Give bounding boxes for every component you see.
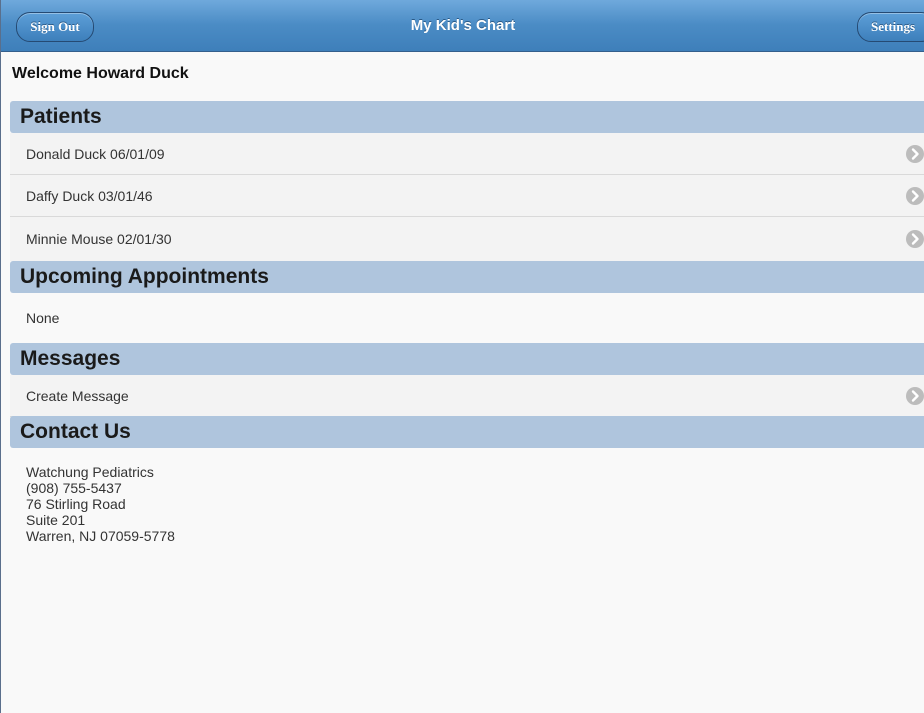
chevron-right-icon: [906, 230, 924, 248]
page-title: My Kid's Chart: [410, 17, 516, 34]
appointments-heading: Upcoming Appointments: [10, 261, 924, 293]
create-message-row[interactable]: Create Message: [10, 375, 924, 417]
contact-street: 76 Stirling Road: [26, 496, 126, 512]
chevron-right-icon: [906, 145, 924, 163]
messages-heading: Messages: [10, 343, 924, 375]
chevron-right-icon: [906, 187, 924, 205]
create-message-label: Create Message: [26, 388, 129, 404]
header-bar: Sign Out My Kid's Chart Settings: [1, 0, 924, 52]
patient-row-donald[interactable]: Donald Duck 06/01/09: [10, 133, 924, 175]
contact-practice-name: Watchung Pediatrics: [26, 464, 154, 480]
patient-row-daffy[interactable]: Daffy Duck 03/01/46: [10, 175, 924, 217]
patient-row-minnie[interactable]: Minnie Mouse 02/01/30: [10, 217, 924, 261]
contact-suite: Suite 201: [26, 512, 86, 528]
patient-label: Daffy Duck 03/01/46: [26, 188, 153, 204]
app-frame: Sign Out My Kid's Chart Settings Welcome…: [0, 0, 924, 713]
patient-label: Donald Duck 06/01/09: [26, 146, 165, 162]
appointments-empty-text: None: [26, 310, 60, 326]
patient-label: Minnie Mouse 02/01/30: [26, 231, 172, 247]
chevron-right-icon: [906, 387, 924, 405]
contact-phone: (908) 755-5437: [26, 480, 122, 496]
settings-button[interactable]: Settings: [857, 12, 924, 42]
contact-info: Watchung Pediatrics (908) 755-5437 76 St…: [26, 464, 175, 544]
patients-heading: Patients: [10, 101, 924, 133]
contact-heading: Contact Us: [10, 416, 924, 448]
contact-city: Warren, NJ 07059-5778: [26, 528, 175, 544]
welcome-text: Welcome Howard Duck: [12, 65, 189, 82]
